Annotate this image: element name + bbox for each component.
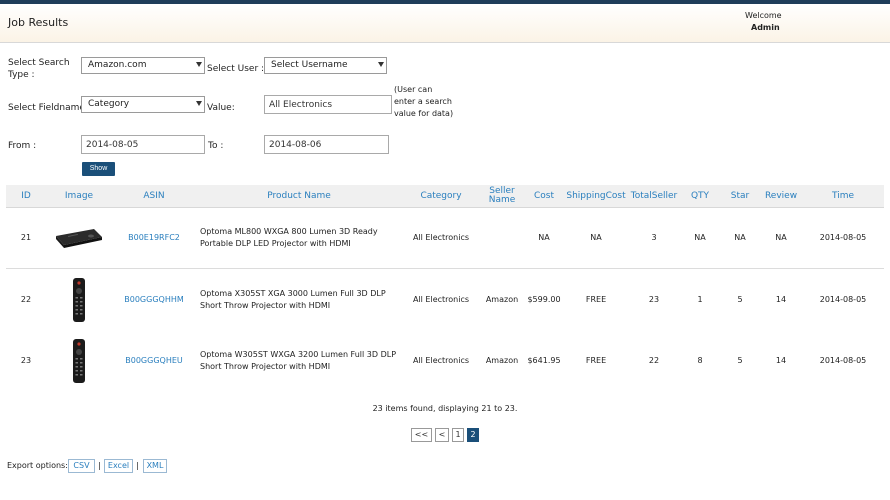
welcome-text: Welcome (745, 11, 782, 20)
cell-star: 5 (737, 294, 743, 304)
to-label: To : (208, 141, 224, 151)
export-csv-button[interactable]: CSV (68, 459, 95, 473)
cell-star: NA (734, 232, 746, 242)
header-seller-name[interactable]: Seller Name (484, 185, 520, 207)
cell-total-seller: 23 (648, 294, 660, 304)
cell-review: 14 (775, 355, 787, 365)
header-id[interactable]: ID (6, 185, 46, 207)
header-star[interactable]: Star (722, 185, 758, 207)
export-excel-button[interactable]: Excel (104, 459, 133, 473)
value-input[interactable] (264, 95, 392, 114)
export-xml-button[interactable]: XML (143, 459, 167, 473)
cell-product-name: Optoma W305ST WXGA 3200 Lumen Full 3D DL… (200, 349, 397, 371)
cell-total-seller: 3 (651, 232, 657, 242)
cell-cost: $641.95 (527, 355, 561, 365)
header-shipping-cost[interactable]: ShippingCost (566, 185, 626, 207)
search-type-select[interactable]: Amazon.com (81, 57, 205, 74)
user-select-value: Select Username (271, 60, 348, 70)
cell-review: NA (775, 232, 787, 242)
remote-image (48, 269, 110, 330)
table-row: 21 B00E19RFC2 Optoma ML800 WXGA 800 Lume… (6, 207, 884, 269)
fieldname-label: Select Fieldname : (8, 103, 91, 113)
cell-time: 2014-08-05 (819, 294, 867, 304)
table-row: 22 B00GGGQHHM Optoma X305ST XGA 3000 Lum… (6, 269, 884, 330)
asin-link[interactable]: B00GGGQHEU (112, 330, 196, 391)
header-qty[interactable]: QTY (682, 185, 718, 207)
prev-page-button[interactable]: < (435, 428, 449, 442)
cell-time: 2014-08-05 (819, 355, 867, 365)
header-total-seller[interactable]: TotalSeller (628, 185, 680, 207)
fieldname-select[interactable]: Category (81, 96, 205, 113)
cell-qty: NA (694, 232, 706, 242)
cell-shipping: FREE (585, 294, 607, 304)
chevron-down-icon (196, 62, 202, 67)
pager-info: 23 items found, displaying 21 to 23. (372, 404, 518, 413)
cell-cost: NA (538, 232, 550, 242)
separator: | (136, 461, 139, 470)
to-date-input[interactable] (264, 135, 389, 154)
header-asin[interactable]: ASIN (112, 185, 196, 207)
page-1-button[interactable]: 1 (452, 428, 464, 442)
projector-image (48, 207, 110, 268)
cell-cost: $599.00 (527, 294, 561, 304)
header-time[interactable]: Time (811, 185, 875, 207)
cell-product-name: Optoma X305ST XGA 3000 Lumen Full 3D DLP… (200, 288, 386, 310)
header-review[interactable]: Review (761, 185, 801, 207)
chevron-down-icon (378, 62, 384, 67)
chevron-down-icon (196, 101, 202, 106)
cell-category: All Electronics (412, 355, 470, 365)
header-product-name[interactable]: Product Name (198, 185, 400, 207)
search-type-value: Amazon.com (88, 60, 147, 70)
export-options-label: Export options: (7, 461, 68, 470)
cell-star: 5 (737, 355, 743, 365)
cell-id: 21 (20, 232, 32, 242)
cell-shipping: NA (590, 232, 602, 242)
username-label: Admin (751, 23, 780, 32)
cell-total-seller: 22 (648, 355, 660, 365)
remote-image (48, 330, 110, 391)
value-note: (User can enter a search value for data) (394, 85, 454, 118)
cell-category: All Electronics (412, 232, 470, 242)
from-date-input[interactable] (81, 135, 205, 154)
header-image: Image (64, 190, 94, 201)
table-header: ID Image ASIN Product Name Category Sell… (6, 185, 884, 208)
cell-qty: 8 (697, 355, 703, 365)
cell-product-name: Optoma ML800 WXGA 800 Lumen 3D Ready Por… (200, 226, 378, 248)
header-cost[interactable]: Cost (522, 185, 566, 207)
table-row: 23 B00GGGQHEU Optoma W305ST WXGA 3200 Lu… (6, 330, 884, 391)
separator: | (98, 461, 101, 470)
header-category[interactable]: Category (406, 185, 476, 207)
cell-time: 2014-08-05 (819, 232, 867, 242)
cell-id: 22 (20, 294, 32, 304)
value-label: Value: (207, 103, 235, 113)
page-2-button[interactable]: 2 (467, 428, 479, 442)
cell-id: 23 (20, 355, 32, 365)
cell-qty: 1 (697, 294, 703, 304)
fieldname-value: Category (88, 99, 130, 109)
first-page-button[interactable]: << (411, 428, 432, 442)
show-button[interactable]: Show (82, 162, 115, 176)
cell-seller (484, 207, 520, 268)
asin-link[interactable]: B00GGGQHHM (112, 269, 196, 330)
cell-review: 14 (775, 294, 787, 304)
search-type-label: Select Search Type : (8, 58, 70, 80)
page-title: Job Results (8, 16, 69, 29)
user-select[interactable]: Select Username (264, 57, 387, 74)
from-label: From : (8, 141, 37, 151)
cell-shipping: FREE (585, 355, 607, 365)
page-header: Job Results Welcome Admin (0, 4, 890, 43)
cell-seller: Amazon (485, 294, 519, 304)
user-label: Select User : (207, 64, 265, 74)
cell-seller: Amazon (485, 355, 519, 365)
cell-category: All Electronics (412, 294, 470, 304)
asin-link[interactable]: B00E19RFC2 (112, 207, 196, 268)
